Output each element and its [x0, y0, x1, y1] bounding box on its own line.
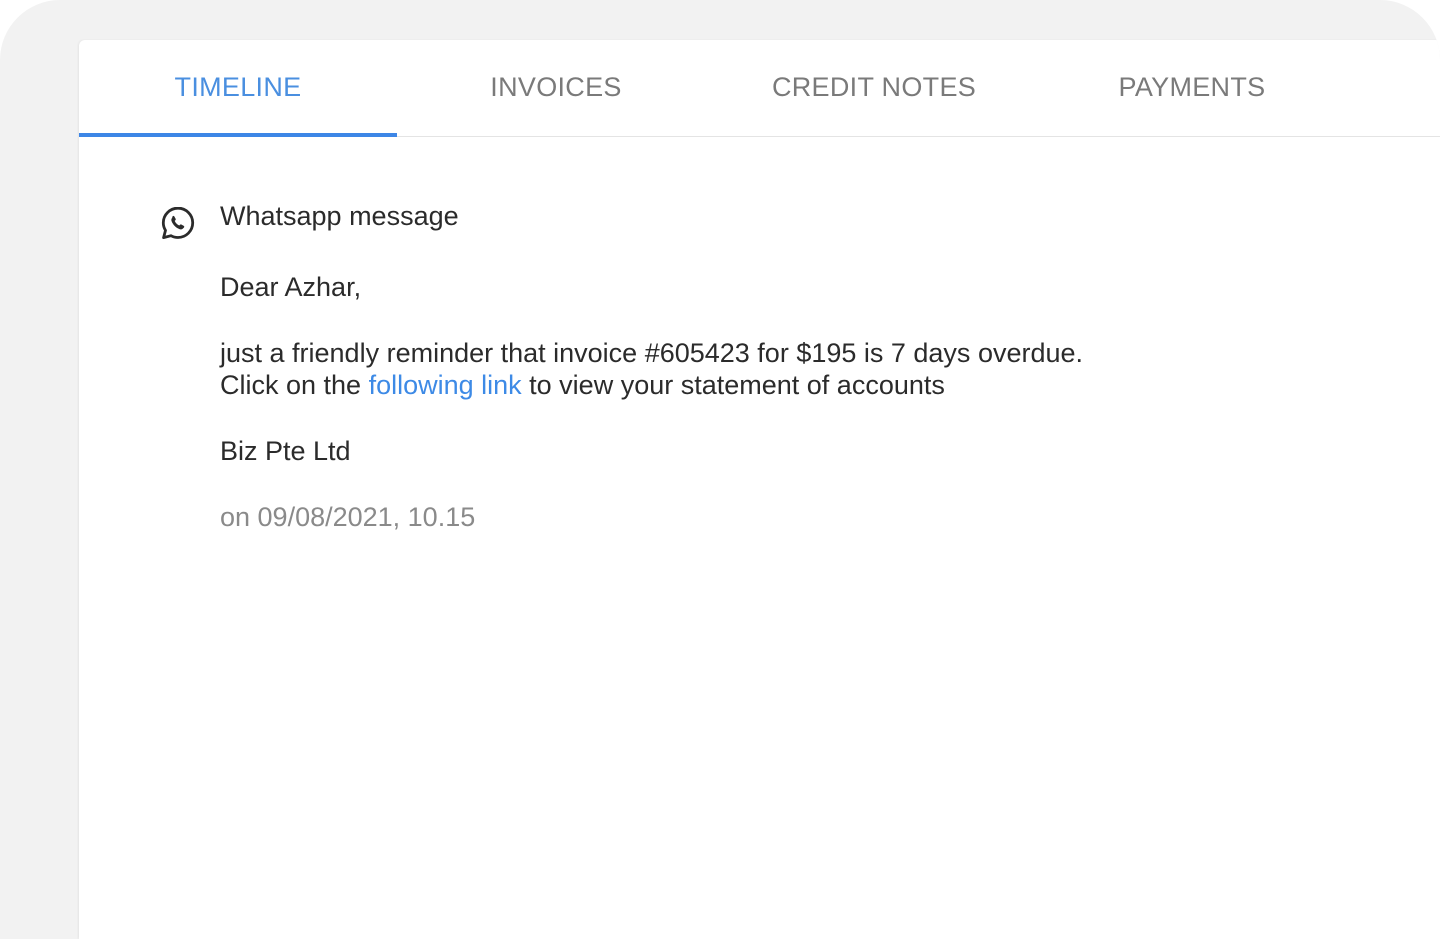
- customer-panel: TIMELINE INVOICES CREDIT NOTES PAYMENTS …: [79, 40, 1440, 939]
- tab-credit-notes[interactable]: CREDIT NOTES: [715, 40, 1033, 136]
- tab-invoices[interactable]: INVOICES: [397, 40, 715, 136]
- message-body-line1: just a friendly reminder that invoice #6…: [220, 338, 1084, 368]
- tab-bar: TIMELINE INVOICES CREDIT NOTES PAYMENTS: [79, 40, 1440, 137]
- tab-timeline[interactable]: TIMELINE: [79, 40, 397, 137]
- message-timestamp: on 09/08/2021, 10.15: [220, 502, 476, 532]
- tab-payments[interactable]: PAYMENTS: [1033, 40, 1351, 136]
- message-line2-suffix: to view your statement of accounts: [521, 370, 945, 400]
- message-signoff: Biz Pte Ltd: [220, 436, 351, 466]
- statement-link[interactable]: following link: [369, 370, 522, 400]
- message-line2-prefix: Click on the: [220, 370, 369, 400]
- message-greeting: Dear Azhar,: [220, 272, 362, 302]
- timeline-content: Whatsapp message Dear Azhar, just a frie…: [79, 137, 1440, 939]
- app-frame: TIMELINE INVOICES CREDIT NOTES PAYMENTS …: [0, 0, 1440, 939]
- whatsapp-icon: [160, 205, 196, 241]
- entry-title: Whatsapp message: [220, 201, 459, 231]
- message-body-line2: Click on the following link to view your…: [220, 369, 945, 401]
